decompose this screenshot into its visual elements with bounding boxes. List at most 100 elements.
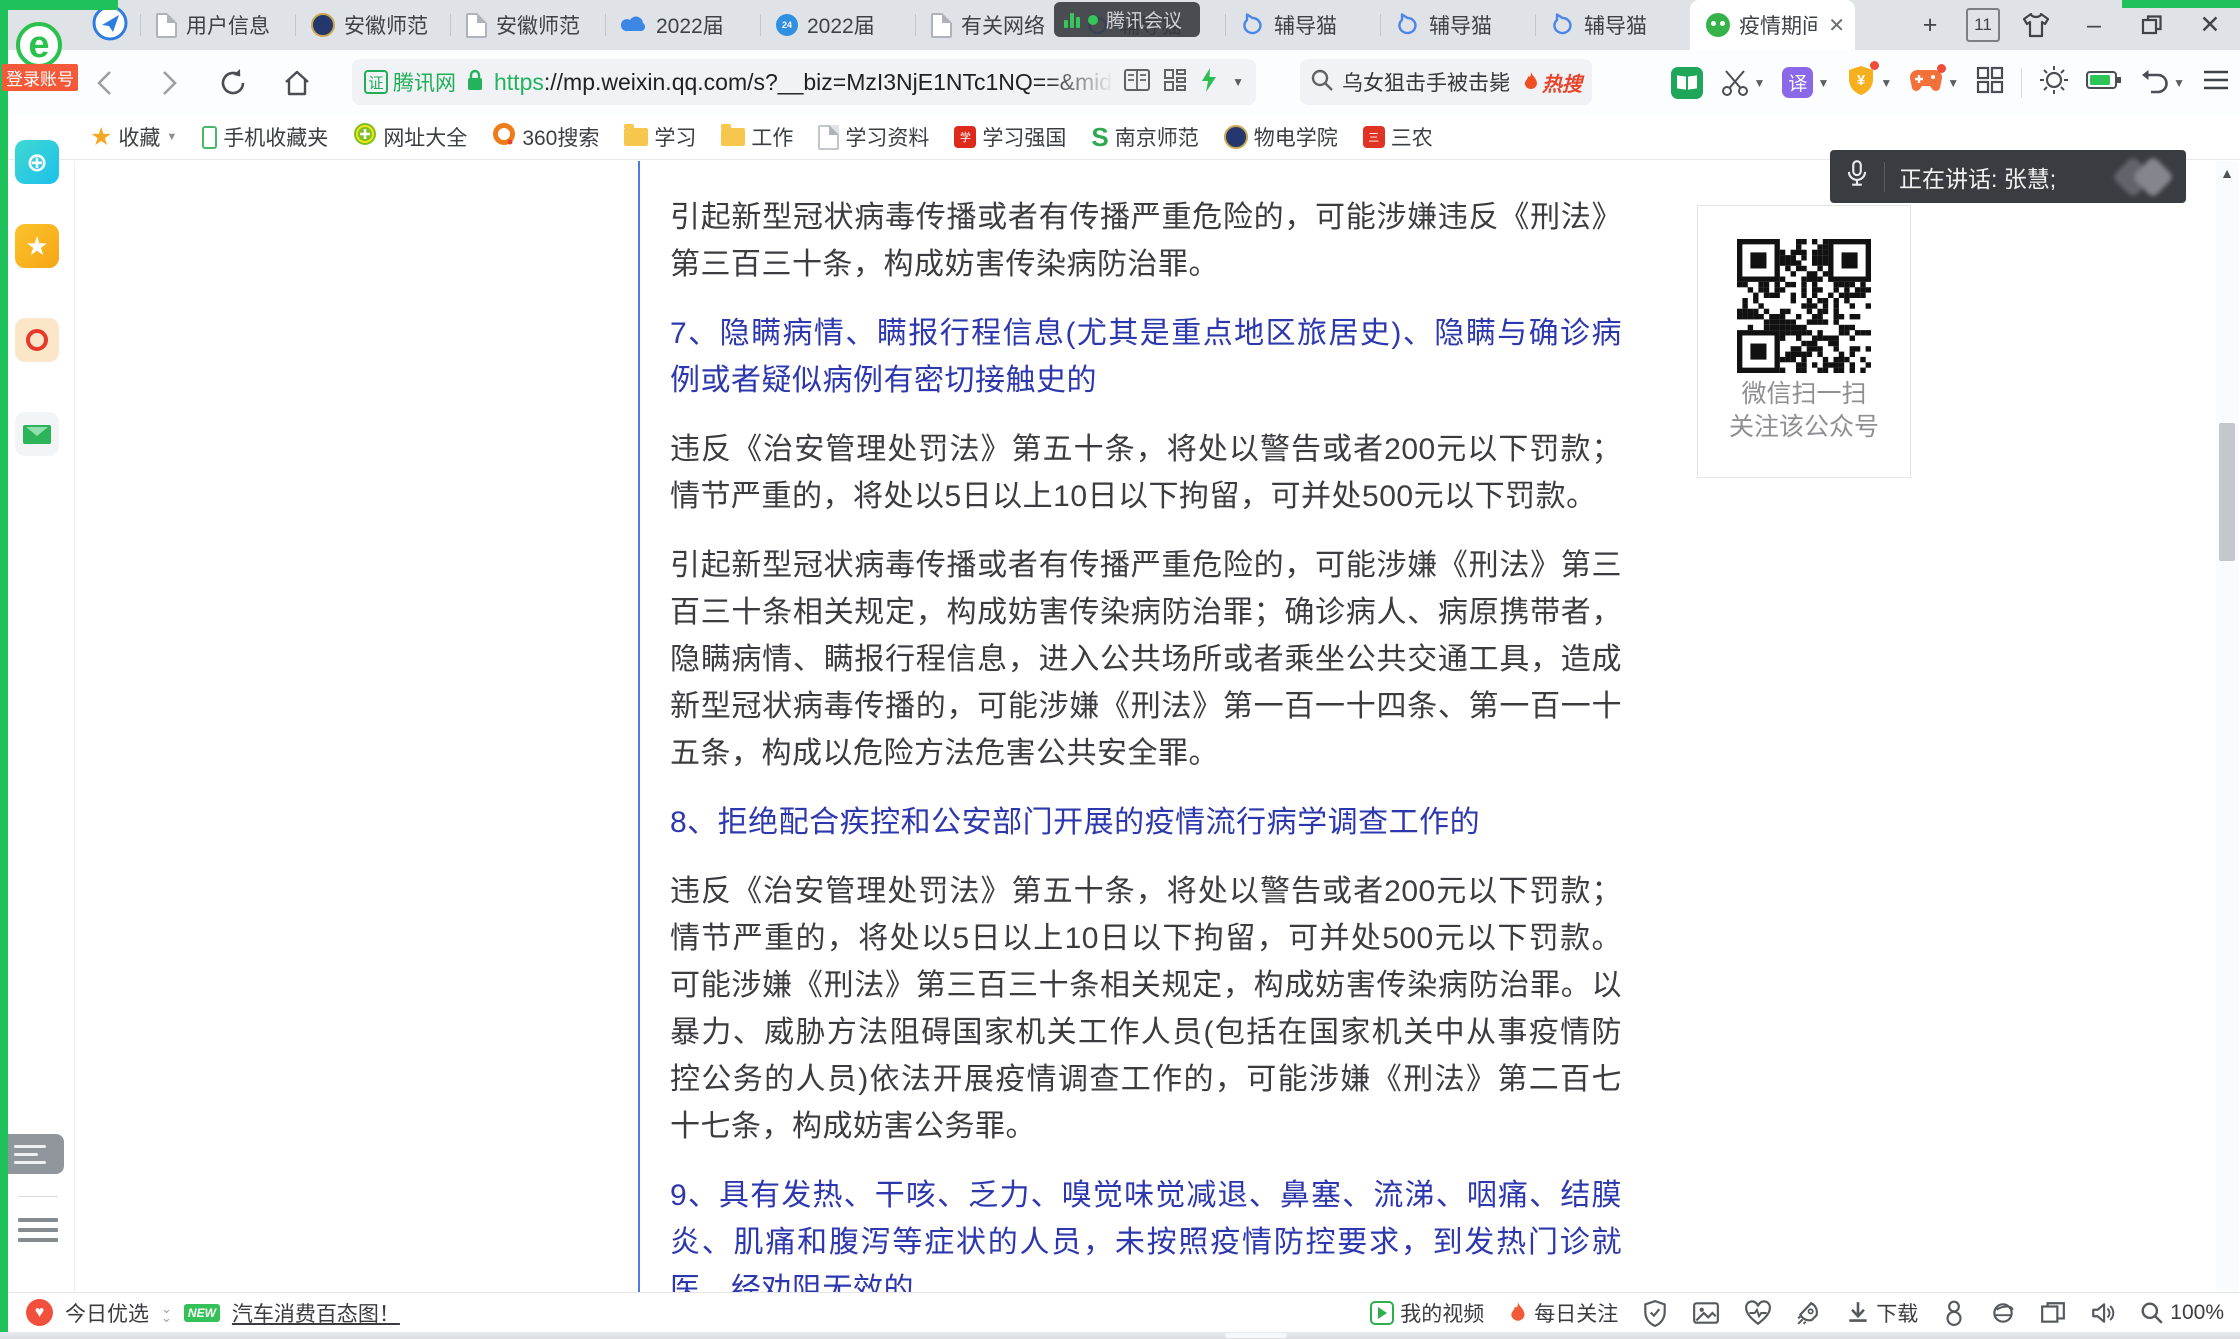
- search-box[interactable]: 乌女狙击手被击毙 热搜: [1300, 59, 1592, 105]
- restore-button[interactable]: [2130, 5, 2174, 45]
- bottom-scroll-thumb[interactable]: [1225, 1333, 1287, 1338]
- back-icon[interactable]: [88, 66, 122, 100]
- lightning-icon[interactable]: [1200, 67, 1218, 98]
- scissors-dropdown-icon[interactable]: ▼: [1754, 76, 1766, 90]
- bookmark-physics-college[interactable]: 物电学院: [1224, 122, 1338, 152]
- bookmark-xuexi-qiangguo[interactable]: 学学习强国: [954, 122, 1066, 152]
- home-icon[interactable]: [280, 66, 314, 100]
- star-icon: ★: [90, 122, 112, 152]
- apps-grid-icon[interactable]: [1976, 66, 2004, 99]
- tencent-meeting-pill[interactable]: 腾讯会议: [1054, 2, 1200, 37]
- phone-icon: [202, 126, 217, 149]
- search-query-text[interactable]: 乌女狙击手被击毙: [1342, 67, 1510, 97]
- address-bar[interactable]: 证 腾讯网 https://mp.weixin.qq.com/s?__biz=M…: [352, 59, 1256, 105]
- bookmark-mobile-favorites[interactable]: 手机收藏夹: [202, 122, 328, 152]
- bookmark-sannong[interactable]: 三三农: [1363, 122, 1433, 152]
- bookmark-folder-work[interactable]: 工作: [721, 122, 793, 152]
- close-button[interactable]: ✕: [2188, 5, 2232, 45]
- rocket-icon[interactable]: [1796, 1300, 1822, 1326]
- download-item[interactable]: 下载: [1846, 1298, 1918, 1328]
- site-cert-badge[interactable]: 证 腾讯网: [364, 67, 456, 97]
- reload-icon[interactable]: [216, 66, 250, 100]
- microphone-icon: [1844, 159, 1870, 194]
- ie-icon[interactable]: [1990, 1300, 2016, 1326]
- vertical-scrollbar[interactable]: ▲: [2216, 161, 2238, 1292]
- today-picks-label[interactable]: 今日优选: [65, 1298, 149, 1328]
- tab-network[interactable]: 有关网络: [915, 0, 1070, 50]
- bookmark-study-material[interactable]: 学习资料: [818, 122, 929, 152]
- game-controller-icon[interactable]: [1909, 67, 1943, 98]
- bookmark-360-search[interactable]: 360搜索: [492, 122, 599, 152]
- bookmark-label: 南京师范: [1115, 122, 1199, 152]
- browser-logo[interactable]: e: [16, 22, 62, 68]
- tab-user-info[interactable]: 用户信息: [140, 0, 295, 50]
- lottery-8-icon[interactable]: [1942, 1299, 1966, 1327]
- skin-shirt-icon[interactable]: [2014, 5, 2058, 45]
- tab-anhui-normal-1[interactable]: 安徽师范: [295, 0, 450, 50]
- undo-group[interactable]: ▼: [2139, 69, 2185, 97]
- forward-icon[interactable]: [152, 66, 186, 100]
- tab-fudaomao-2[interactable]: 辅导猫: [1225, 0, 1380, 50]
- tab-2022-cloud[interactable]: 2022届: [605, 0, 760, 50]
- brightness-icon[interactable]: [2039, 65, 2069, 100]
- toolbar-separator: [2021, 68, 2022, 98]
- tab-anhui-normal-2[interactable]: 安徽师范: [450, 0, 605, 50]
- tab-fudaomao-3[interactable]: 辅导猫: [1380, 0, 1535, 50]
- screenshot-group[interactable]: ▼: [1720, 68, 1766, 98]
- new-tab-button[interactable]: +: [1908, 5, 1952, 45]
- bookmark-nanjing-normal[interactable]: S南京师范: [1091, 122, 1198, 153]
- double-chevron-icon[interactable]: ⌄⌄: [161, 1304, 172, 1322]
- scroll-up-arrow[interactable]: ▲: [2216, 165, 2238, 181]
- tab-2022-badge[interactable]: 24 2022届: [760, 0, 915, 50]
- caret-down-icon[interactable]: ▼: [166, 131, 177, 143]
- sidebar-toolbox-icon[interactable]: [0, 1134, 64, 1174]
- address-dropdown-icon[interactable]: ▼: [1232, 75, 1244, 89]
- daily-follow-item[interactable]: 每日关注: [1508, 1298, 1618, 1328]
- minimize-button[interactable]: –: [2072, 5, 2116, 45]
- game-group[interactable]: ▼: [1909, 67, 1959, 98]
- url-fade: [1044, 69, 1114, 96]
- reading-list-icon[interactable]: [1671, 67, 1703, 99]
- reading-mode-icon[interactable]: [1124, 68, 1150, 97]
- menu-icon[interactable]: [2202, 68, 2230, 97]
- speaker-icon[interactable]: [2090, 1301, 2116, 1325]
- heart-icon[interactable]: ♥: [26, 1299, 53, 1326]
- status-right: 我的视频 每日关注 下载 100%: [1370, 1298, 2224, 1328]
- bookmark-folder-study[interactable]: 学习: [624, 122, 696, 152]
- undo-dropdown-icon[interactable]: ▼: [2173, 76, 2185, 90]
- hot-search-badge[interactable]: 热搜: [1522, 68, 1582, 97]
- wallet-shield-icon[interactable]: ¥: [1846, 64, 1876, 101]
- url-text[interactable]: https://mp.weixin.qq.com/s?__biz=MzI3NjE…: [494, 69, 1114, 96]
- battery-icon[interactable]: [2086, 69, 2122, 96]
- wallet-group[interactable]: ¥ ▼: [1846, 64, 1892, 101]
- image-icon[interactable]: [1692, 1300, 1720, 1326]
- qr-grid-icon[interactable]: [1164, 69, 1186, 96]
- tab-close-icon[interactable]: ✕: [1828, 13, 1845, 38]
- sidebar-app-icon[interactable]: ⊕: [15, 140, 59, 184]
- promo-link[interactable]: 汽车消费百态图！: [232, 1298, 400, 1328]
- bookmark-url-directory[interactable]: 网址大全: [353, 122, 467, 152]
- sidebar-mail-icon[interactable]: [15, 412, 59, 456]
- zoom-control[interactable]: 100%: [2140, 1301, 2224, 1325]
- health-heart-icon[interactable]: [1744, 1300, 1772, 1326]
- bookmark-favorites[interactable]: ★收藏▼: [90, 122, 177, 152]
- translate-group[interactable]: 译 ▼: [1782, 67, 1829, 98]
- translate-dropdown-icon[interactable]: ▼: [1817, 76, 1829, 90]
- document-icon: [818, 125, 839, 150]
- tab-label: 辅导猫: [1274, 10, 1337, 40]
- sidebar-favorites-icon[interactable]: ★: [15, 224, 59, 268]
- sidebar-weibo-icon[interactable]: [15, 318, 59, 362]
- split-window-icon[interactable]: [2040, 1301, 2066, 1325]
- translate-icon[interactable]: 译: [1782, 67, 1813, 98]
- shield-icon[interactable]: [1642, 1299, 1668, 1327]
- tab-count-badge[interactable]: 11: [1966, 8, 2000, 42]
- sidebar-list-icon[interactable]: [18, 1218, 58, 1242]
- my-videos-item[interactable]: 我的视频: [1370, 1298, 1484, 1328]
- tab-fudaomao-4[interactable]: 辅导猫: [1535, 0, 1690, 50]
- tab-epidemic-active[interactable]: 疫情期间 ✕: [1690, 0, 1855, 50]
- wechat-icon: [1706, 13, 1730, 37]
- login-account-badge[interactable]: 登录账号: [2, 64, 78, 91]
- scrollbar-thumb[interactable]: [2219, 423, 2235, 561]
- game-dropdown-icon[interactable]: ▼: [1947, 76, 1959, 90]
- wallet-dropdown-icon[interactable]: ▼: [1880, 76, 1892, 90]
